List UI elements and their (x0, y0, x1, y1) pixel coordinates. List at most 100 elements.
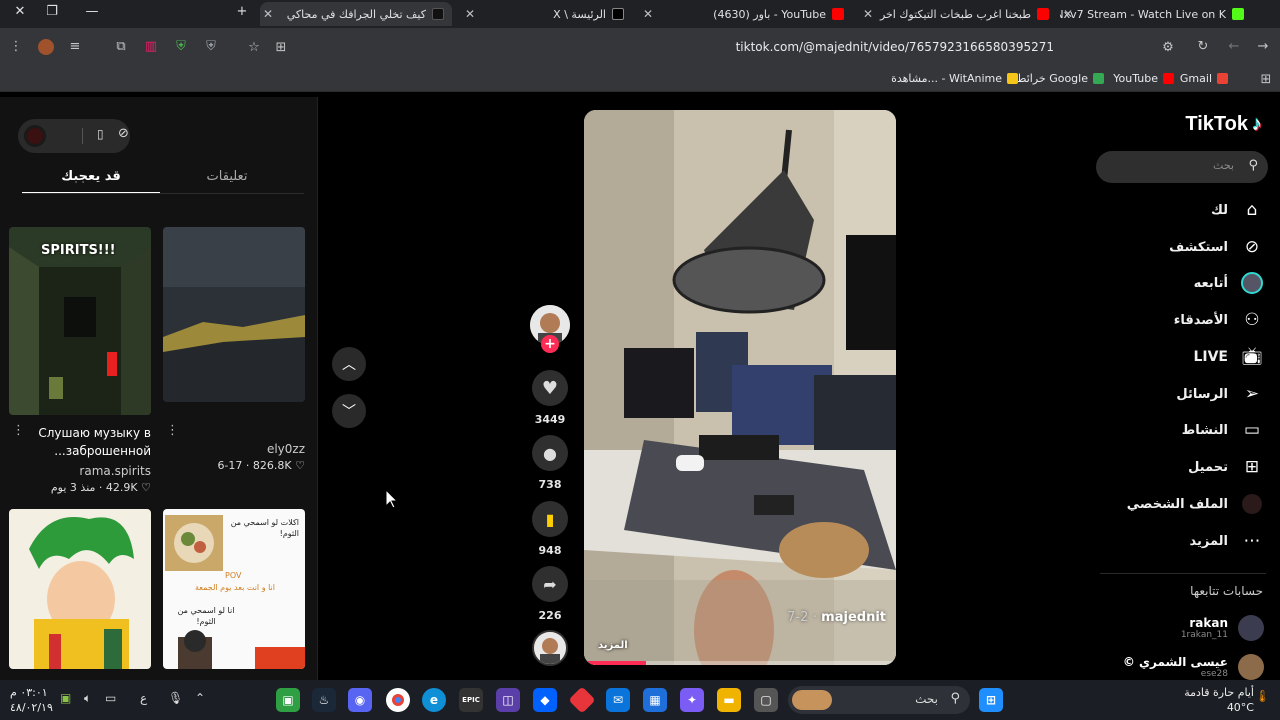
tiktok-logo[interactable]: TikTok ♪ (1185, 113, 1262, 136)
reading-list-icon[interactable]: ≡ (67, 39, 83, 55)
tab-1[interactable]: كيف تخلي الجرافك في محاكي ✕ (260, 2, 452, 26)
record-icon[interactable] (24, 125, 46, 147)
shield-icon[interactable]: ⛨ (203, 39, 219, 55)
bookmark-google-maps[interactable]: خرائط Google (1016, 72, 1104, 85)
taskbar-app-icon[interactable]: ◫ (496, 688, 520, 712)
weather-widget[interactable]: أيام حارة قادمة 40°C (1184, 685, 1254, 715)
menu-kebab-icon[interactable]: ⋮ (8, 39, 24, 55)
microsoft-store-icon[interactable]: ▦ (643, 688, 667, 712)
taskbar-app-icon[interactable] (568, 686, 596, 714)
compass-icon[interactable]: ⊘ (118, 126, 129, 141)
phone-icon[interactable]: ▯ (97, 127, 104, 141)
save-button[interactable]: ▮ (532, 501, 568, 537)
tab-close-icon[interactable]: ✕ (462, 7, 478, 21)
copilot-icon[interactable]: ✦ (680, 688, 704, 712)
video-author-date[interactable]: 7-2 · majednit (787, 610, 886, 625)
translate-icon[interactable]: ⊞ (273, 40, 289, 56)
address-bar[interactable]: ☆ ⊞ tiktok.com/@majednit/video/765792316… (238, 33, 1184, 63)
tab-close-icon[interactable]: ✕ (860, 7, 876, 21)
nav-for-you[interactable]: ⌂ لك (1211, 197, 1264, 223)
suggested-video-thumbnail[interactable]: اكلات لو اسمحي من الثوم! POV انا و انت ب… (163, 509, 305, 669)
profile-avatar-icon[interactable] (38, 39, 54, 55)
tab-4[interactable]: طبخنا اغرب طبخات التيكتوك اخر ✕ (860, 2, 1055, 26)
tab-2[interactable]: الرئيسة \ X ✕ (462, 2, 630, 26)
taskbar-app-icon[interactable]: ▢ (754, 688, 778, 712)
like-button[interactable]: ♥ (532, 370, 568, 406)
file-explorer-icon[interactable]: ▬ (717, 688, 741, 712)
video-player[interactable]: 7-2 · majednit المزيد (584, 110, 896, 665)
windows-start-icon[interactable]: ⊞ (979, 688, 1003, 712)
dropbox-icon[interactable]: ◆ (533, 688, 557, 712)
extensions-icon[interactable]: ⧉ (113, 39, 129, 55)
apps-grid-icon[interactable]: ⊞ (1258, 72, 1274, 88)
nav-following[interactable]: أتابعه (1194, 270, 1264, 296)
tab-5[interactable]: Nxv7 Stream - Watch Live on K ✕ (1060, 2, 1250, 26)
taskbar-search[interactable]: بحث ⚲ (788, 686, 970, 714)
window-minimize-icon[interactable]: — (82, 4, 102, 19)
nav-profile[interactable]: الملف الشخصي (1127, 491, 1264, 517)
input-language[interactable]: ع (140, 691, 147, 705)
microphone-icon[interactable]: 🎙︎ (168, 691, 183, 705)
volume-icon[interactable]: 🔈︎ (84, 691, 91, 706)
taskbar-app-icon[interactable]: ▣ (276, 688, 300, 712)
nav-explore[interactable]: ⊘ استكشف (1169, 234, 1264, 260)
tab-close-icon[interactable]: ✕ (640, 7, 656, 21)
adblock-shield-icon[interactable]: ⛨ (173, 39, 189, 55)
tab-title: YouTube - باور (4630) (713, 7, 826, 21)
next-video-button[interactable]: ﹀ (332, 394, 366, 428)
steam-icon[interactable]: ♨ (312, 688, 336, 712)
tray-chevron-up-icon[interactable]: ⌃ (195, 691, 205, 705)
comment-button[interactable]: ● (532, 435, 568, 471)
bookmark-gmail[interactable]: Gmail (1180, 72, 1228, 85)
tab-close-icon[interactable]: ✕ (260, 7, 276, 21)
tab-close-icon[interactable]: ✕ (1060, 7, 1076, 21)
video-progress-bar[interactable] (584, 661, 896, 665)
weather-text: أيام حارة قادمة (1184, 686, 1254, 699)
window-close-icon[interactable]: ✕ (10, 4, 30, 19)
chrome-icon[interactable] (386, 688, 410, 712)
forward-arrow-icon[interactable]: ← (1226, 39, 1242, 55)
discord-icon[interactable]: ◉ (348, 688, 372, 712)
back-arrow-icon[interactable]: → (1255, 39, 1271, 55)
follow-plus-button[interactable]: + (541, 335, 559, 353)
nav-upload[interactable]: ⊞ تحميل (1188, 454, 1264, 480)
reload-icon[interactable]: ↻ (1195, 39, 1211, 55)
suggested-video-thumbnail[interactable] (9, 509, 151, 669)
video-more-button[interactable]: المزيد (598, 640, 628, 651)
tab-3[interactable]: YouTube - باور (4630) ✕ (640, 2, 850, 26)
video-author[interactable]: majednit (821, 610, 886, 625)
nav-activity[interactable]: ▭ النشاط (1182, 417, 1264, 443)
bookmark-youtube[interactable]: YouTube (1113, 72, 1174, 85)
suggested-video-thumbnail[interactable] (163, 227, 305, 402)
video-author[interactable]: ely0zz (200, 442, 305, 456)
home-icon: ⌂ (1246, 200, 1258, 220)
epic-games-icon[interactable]: EPIC (459, 688, 483, 712)
site-info-icon[interactable]: ⚙ (1160, 40, 1176, 56)
following-account-rakan[interactable]: rakan 1rakan_11 (1181, 611, 1264, 645)
nav-more[interactable]: ⋯ المزيد (1189, 528, 1264, 554)
previous-video-button[interactable]: ︿ (332, 347, 366, 381)
search-input[interactable]: بحث ⚲ (1096, 151, 1268, 183)
system-clock[interactable]: ٠٣:٠١ م ٤٨/٠٢/١٩ (10, 685, 53, 715)
following-account-ese28[interactable]: عيسى الشمري © ese28 (1123, 650, 1264, 684)
music-disc-avatar[interactable] (532, 630, 568, 666)
tab-you-may-like[interactable]: قد يعجبك (22, 169, 160, 194)
suggested-video-thumbnail[interactable]: SPIRITS!!! (9, 227, 151, 415)
bookmark-witanime[interactable]: مشاهدة... - WitAnime (891, 72, 1018, 85)
video-author[interactable]: rama.spirits (60, 464, 151, 478)
network-icon[interactable]: ▭ (105, 691, 116, 705)
more-options-icon[interactable]: ⋮ (166, 423, 179, 438)
nav-friends[interactable]: ⚇ الأصدقاء (1174, 307, 1264, 333)
tray-app-icon[interactable]: ▣ (60, 691, 71, 705)
window-restore-icon[interactable]: ❐ (42, 4, 62, 19)
tab-comments[interactable]: تعليقات (158, 169, 296, 192)
extension-icon[interactable]: ▥ (143, 39, 159, 55)
edge-icon[interactable]: e (422, 688, 446, 712)
new-tab-button[interactable]: + (232, 4, 252, 19)
more-options-icon[interactable]: ⋮ (12, 423, 25, 438)
outlook-icon[interactable]: ✉ (606, 688, 630, 712)
nav-live[interactable]: 📺︎ LIVE (1193, 344, 1264, 370)
share-button[interactable]: ➦ (532, 566, 568, 602)
bookmark-star-icon[interactable]: ☆ (246, 40, 262, 56)
nav-messages[interactable]: ➢ الرسائل (1176, 381, 1264, 407)
